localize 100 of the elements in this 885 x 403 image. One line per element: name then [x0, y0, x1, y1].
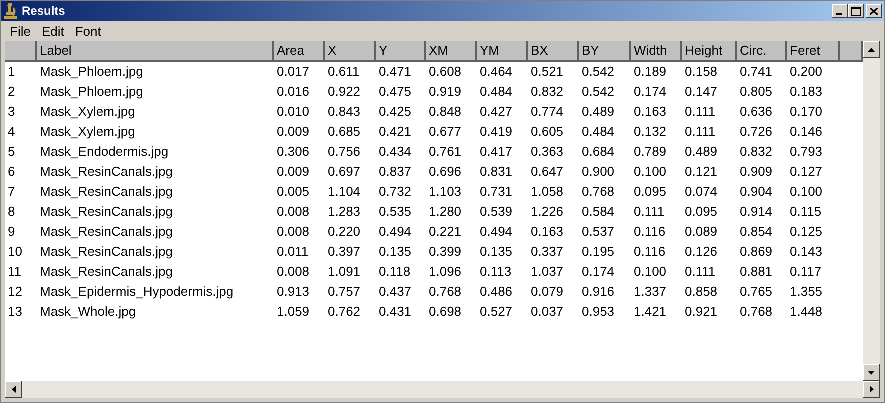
table-cell-text: 1.096 — [428, 263, 463, 281]
table-cell-text: 0.174 — [633, 83, 668, 101]
table-cell-text: 0.115 — [789, 203, 823, 221]
table-cell-text: 0.111 — [633, 203, 666, 221]
row-number: 6 — [7, 163, 16, 181]
table-cell-text: 0.831 — [479, 163, 514, 181]
row-number: 2 — [7, 83, 16, 101]
microscope-icon — [4, 3, 18, 19]
table-cell-text: 0.111 — [684, 123, 717, 141]
column-header[interactable]: YM — [477, 41, 528, 62]
column-header[interactable]: Y — [376, 41, 426, 62]
table-cell-text: 0.913 — [276, 283, 311, 301]
scroll-down-button[interactable] — [863, 364, 880, 381]
table-cell-text: 0.425 — [378, 103, 413, 121]
table-cell-text: 0.037 — [530, 303, 565, 321]
table-cell-text: Mask_ResinCanals.jpg — [39, 183, 174, 201]
table-cell-text: Mask_ResinCanals.jpg — [39, 203, 174, 221]
menu-item[interactable]: Edit — [36, 24, 70, 38]
left-arrow-icon — [12, 386, 16, 393]
table-cell-text: 0.881 — [739, 263, 774, 281]
table-cell-text: 1.058 — [530, 183, 565, 201]
table-cell-text: 0.731 — [479, 183, 514, 201]
table-cell-text: 0.762 — [327, 303, 362, 321]
table-cell-text: Mask_ResinCanals.jpg — [39, 163, 174, 181]
table-cell-text: 0.363 — [530, 143, 565, 161]
table-cell-text: 0.074 — [684, 183, 719, 201]
table-cell-text: 0.011 — [276, 243, 310, 261]
column-header[interactable]: BX — [528, 41, 579, 62]
table-cell-text: 0.174 — [581, 263, 616, 281]
table-cell-text: 0.010 — [276, 103, 311, 121]
table-cell-text: 0.121 — [684, 163, 719, 181]
table-cell-text: 0.116 — [633, 223, 667, 241]
table-cell-text: 0.016 — [276, 83, 311, 101]
table-cell-text: 0.768 — [581, 183, 616, 201]
scroll-right-button[interactable] — [863, 381, 880, 398]
table-cell-text: 1.421 — [633, 303, 668, 321]
table-cell-text: 0.143 — [789, 243, 824, 261]
row-number: 4 — [7, 123, 16, 141]
table-cell-text: 0.195 — [581, 243, 616, 261]
table-cell-text: 0.471 — [378, 63, 413, 81]
table-cell-text: Mask_ResinCanals.jpg — [39, 263, 174, 281]
table-cell-text: 0.475 — [378, 83, 413, 101]
table-cell-text: 0.793 — [789, 143, 824, 161]
table-cell-text: 0.494 — [378, 223, 413, 241]
horizontal-scrollbar[interactable] — [5, 381, 880, 398]
table-cell-text: Mask_Phloem.jpg — [39, 63, 144, 81]
column-header[interactable]: BY — [579, 41, 631, 62]
table-cell-text: 0.337 — [530, 243, 565, 261]
column-header[interactable]: Area — [274, 41, 325, 62]
table-cell-text: 0.527 — [479, 303, 514, 321]
table-cell-text: 0.100 — [789, 183, 824, 201]
table-cell-text: 1.283 — [327, 203, 362, 221]
scroll-left-button[interactable] — [5, 381, 22, 398]
table-cell-text: 0.464 — [479, 63, 514, 81]
table-cell-text: 0.843 — [327, 103, 362, 121]
table-cell-text: 0.399 — [428, 243, 463, 261]
row-number: 11 — [7, 263, 22, 281]
table-cell-text: 0.489 — [581, 103, 616, 121]
table-cell-text: 0.732 — [378, 183, 413, 201]
maximize-button[interactable] — [848, 4, 864, 18]
vertical-scrollbar[interactable] — [863, 41, 880, 381]
column-header[interactable]: Width — [631, 41, 682, 62]
maximize-icon — [851, 6, 861, 16]
table-cell-text: 1.059 — [276, 303, 311, 321]
column-header[interactable]: Circ. — [737, 41, 787, 62]
table-cell-text: 0.904 — [739, 183, 774, 201]
table-cell-text: 0.100 — [633, 163, 668, 181]
table-cell-text: 0.484 — [479, 83, 514, 101]
table-cell-text: 0.417 — [479, 143, 514, 161]
column-header[interactable]: X — [325, 41, 376, 62]
table-cell-text: 0.427 — [479, 103, 514, 121]
table-cell-text: 1.448 — [789, 303, 824, 321]
table-cell-text: 0.437 — [378, 283, 413, 301]
table-cell-text: 0.697 — [327, 163, 362, 181]
table-cell-text: 0.677 — [428, 123, 463, 141]
table-cell-text: Mask_Endodermis.jpg — [39, 143, 170, 161]
table-cell-text: 0.858 — [684, 283, 719, 301]
column-header[interactable]: XM — [426, 41, 477, 62]
table-cell-text: 0.494 — [479, 223, 514, 241]
column-header[interactable]: Height — [682, 41, 737, 62]
table-cell-text: 0.916 — [581, 283, 616, 301]
column-header[interactable]: Feret — [787, 41, 840, 62]
row-number: 9 — [7, 223, 16, 241]
table-cell-text: 0.017 — [276, 63, 311, 81]
table-cell-text: 0.111 — [684, 263, 717, 281]
menu-item[interactable]: Font — [69, 24, 106, 38]
menu-item[interactable]: File — [4, 24, 36, 38]
row-number: 13 — [7, 303, 24, 321]
table-cell-text: 1.280 — [428, 203, 463, 221]
table-cell-text: 0.170 — [789, 103, 824, 121]
table-cell-text: 0.542 — [581, 83, 616, 101]
minimize-button[interactable] — [832, 4, 848, 18]
table-cell-text: 0.805 — [739, 83, 774, 101]
table-cell-text: 0.900 — [581, 163, 616, 181]
scroll-up-button[interactable] — [863, 41, 880, 58]
table-cell-text: Mask_ResinCanals.jpg — [39, 223, 174, 241]
table-cell-text: 0.009 — [276, 163, 311, 181]
close-button[interactable] — [866, 4, 882, 18]
column-header[interactable]: Label — [37, 41, 274, 62]
table-cell-text: Mask_Epidermis_Hypodermis.jpg — [39, 283, 235, 301]
